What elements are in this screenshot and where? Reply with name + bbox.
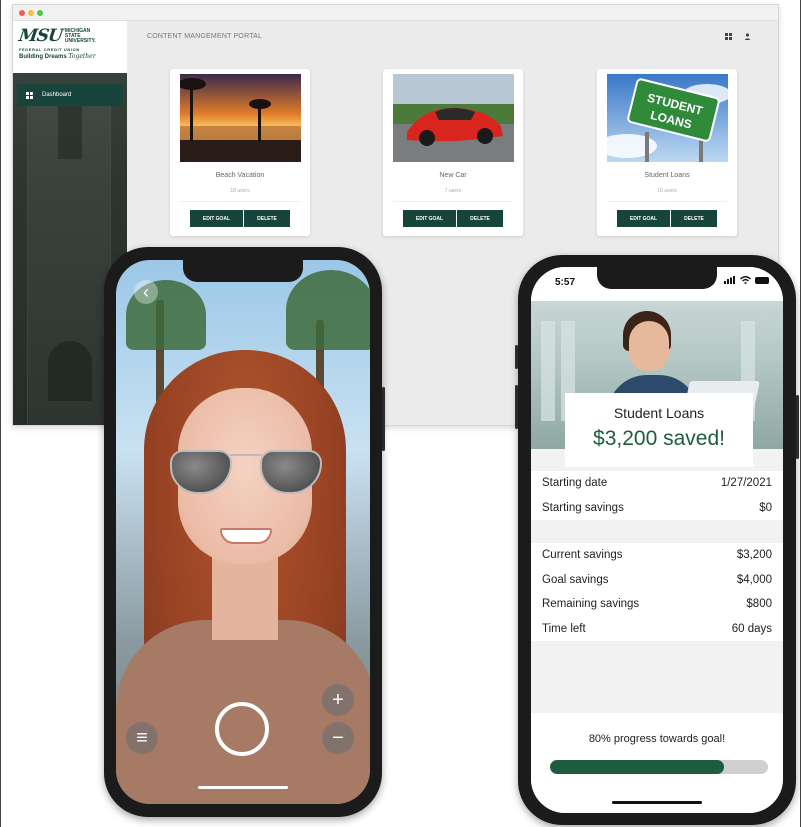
phone-notch [597,267,717,289]
sidebar-item-label: Dashboard [42,92,72,98]
sidebar-item-dashboard[interactable]: Dashboard [17,84,123,106]
back-button[interactable]: ‹ [134,280,158,304]
list-item: Current savings $3,200 [531,543,783,568]
maximize-window-button[interactable] [37,10,43,16]
card-user-count: 10 users [657,188,677,194]
goal-name: Student Loans [613,405,705,421]
left-border-line [0,0,1,827]
minimize-window-button[interactable] [28,10,34,16]
row-label: Starting savings [542,501,624,514]
row-value: $0 [759,501,772,514]
student-loans-sign-image: STUDENT LOANS [607,74,728,162]
row-value: $4,000 [736,573,772,586]
card-user-count: 7 users [444,188,462,194]
status-time: 5:57 [555,277,576,288]
delete-button[interactable]: DELETE [457,210,503,227]
card-divider [393,201,513,202]
list-item: Time left 60 days [531,617,783,642]
chevron-left-icon: ‹ [143,281,149,302]
goal-phone: 5:57 Student Loans $3,200 saved! Startin… [515,255,799,825]
camera-phone: ‹ + − ≡ [101,247,385,817]
window-titlebar [13,5,778,21]
signal-icon [724,276,735,284]
msu-fcu-logo[interactable]: MSU MICHIGAN STATE UNIVERSITY. FEDERAL C… [13,21,127,73]
zoom-out-button[interactable]: − [322,722,354,754]
row-label: Current savings [542,549,623,561]
delete-button[interactable]: DELETE [671,210,717,227]
list-item: Starting savings $0 [531,496,783,521]
goal-screen: 5:57 Student Loans $3,200 saved! Startin… [531,267,783,813]
logo-fcu: FEDERAL CREDIT UNION [19,47,80,52]
hamburger-menu-icon: ≡ [136,726,148,749]
battery-icon [755,276,769,284]
goal-summary-card: Student Loans $3,200 saved! [565,393,753,467]
zoom-in-button[interactable]: + [322,684,354,716]
home-indicator [198,786,288,789]
edit-goal-button[interactable]: EDIT GOAL [403,210,456,227]
list-item: Remaining savings $800 [531,592,783,617]
logo-name-line: UNIVERSITY. [64,37,96,44]
card-divider [180,201,300,202]
goal-card-student-loans: STUDENT LOANS Student Loans 10 users EDI… [597,69,737,236]
page-title: CONTENT MANGEMENT PORTAL [147,33,263,40]
card-divider [607,201,727,202]
grid-view-icon[interactable] [725,33,732,42]
logo-tagline-script: Together [68,53,96,60]
menu-button[interactable]: ≡ [126,722,158,754]
card-user-count: 18 users [230,188,250,194]
saved-amount: $3,200 saved! [593,427,725,450]
card-title: New Car [439,172,467,179]
progress-details-section: Current savings $3,200 Goal savings $4,000… [531,543,783,641]
close-window-button[interactable] [19,10,25,16]
user-icon[interactable] [744,33,751,42]
delete-button[interactable]: DELETE [244,210,290,227]
edit-goal-button[interactable]: EDIT GOAL [617,210,670,227]
row-value: 1/27/2021 [720,477,772,489]
start-details-section: Starting date 1/27/2021 Starting savings $… [531,471,783,520]
row-value: 60 days [731,622,772,635]
sunglasses-bridge [230,454,262,458]
row-label: Goal savings [542,573,609,586]
progress-bar [550,760,768,774]
wifi-icon [740,276,751,284]
card-title: Student Loans [644,172,690,179]
goal-card-beach-vacation: Beach Vacation 18 users EDIT GOAL DELETE [170,69,310,236]
row-value: $3,200 [736,549,772,561]
list-item: Goal savings $4,000 [531,568,783,593]
phone-notch [183,260,303,282]
dashboard-icon [26,91,33,99]
row-label: Starting date [542,477,608,489]
edit-goal-button[interactable]: EDIT GOAL [190,210,243,227]
logo-tagline: Building Dreams Together [19,53,121,60]
progress-bar-fill [550,760,725,774]
plus-icon: + [332,688,344,711]
person-smile [220,528,272,544]
card-title: Beach Vacation [215,172,265,179]
red-sports-car-image [393,74,514,162]
list-item: Starting date 1/27/2021 [531,471,783,496]
logo-tagline-text: Building Dreams [19,54,67,60]
logo-wordmark: MSU [17,26,64,46]
row-label: Remaining savings [542,598,640,610]
goal-card-new-car: New Car 7 users EDIT GOAL DELETE [383,69,523,236]
shutter-button[interactable] [215,702,269,756]
composite-stage: MSU MICHIGAN STATE UNIVERSITY. FEDERAL C… [0,0,801,827]
minus-icon: − [332,726,344,749]
row-value: $800 [746,598,772,610]
row-label: Time left [542,622,586,635]
beach-sunset-image [180,74,301,162]
progress-label: 80% progress towards goal! [588,733,726,745]
home-indicator [612,801,702,804]
camera-screen: ‹ + − ≡ [116,260,370,804]
sidebar-background-tower [27,91,111,425]
